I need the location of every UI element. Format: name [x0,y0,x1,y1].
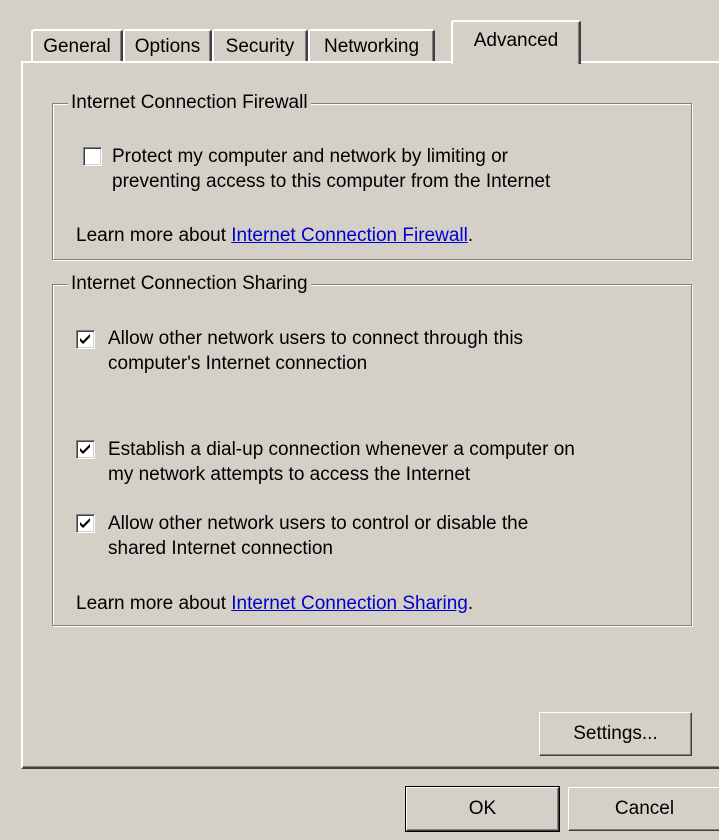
tab-advanced[interactable]: Advanced [451,20,581,64]
learn-more-suffix: . [467,225,474,246]
sharing-help-link[interactable]: Internet Connection Sharing [231,593,468,614]
protect-checkbox[interactable] [83,147,102,166]
ok-button[interactable]: OK [405,786,560,832]
allow-connect-checkbox[interactable] [76,330,95,349]
learn-more-prefix: Learn more about [76,225,232,246]
check-icon [80,444,90,454]
sharing-group-title: Internet Connection Sharing [68,273,311,295]
dial-up-label-line1: Establish a dial-up connection whenever … [108,439,575,460]
dial-up-checkbox[interactable] [76,440,95,459]
allow-control-label-line1: Allow other network users to control or … [108,513,529,534]
tab-security[interactable]: Security [212,29,308,61]
protect-label-line2: preventing access to this computer from … [112,171,551,192]
check-icon [80,334,90,344]
allow-control-checkbox[interactable] [76,514,95,533]
check-icon [80,518,90,528]
tab-networking[interactable]: Networking [308,29,435,61]
allow-connect-label-line1: Allow other network users to connect thr… [108,328,524,349]
protect-label-line1: Protect my computer and network by limit… [112,146,508,167]
firewall-learn-more: Learn more about Internet Connection Fir… [76,223,473,248]
allow-connect-label-line2: computer's Internet connection [108,353,368,374]
firewall-group-title: Internet Connection Firewall [68,92,311,114]
learn-more-suffix: . [467,593,474,614]
allow-control-label-line2: shared Internet connection [108,538,333,559]
dial-up-label-line2: my network attempts to access the Intern… [108,464,471,485]
firewall-help-link[interactable]: Internet Connection Firewall [231,225,468,246]
learn-more-prefix: Learn more about [76,593,232,614]
tab-options[interactable]: Options [123,29,212,61]
settings-button[interactable]: Settings... [539,712,692,756]
sharing-learn-more: Learn more about Internet Connection Sha… [76,591,473,616]
cancel-button[interactable]: Cancel [568,787,719,831]
tab-general[interactable]: General [31,29,123,61]
